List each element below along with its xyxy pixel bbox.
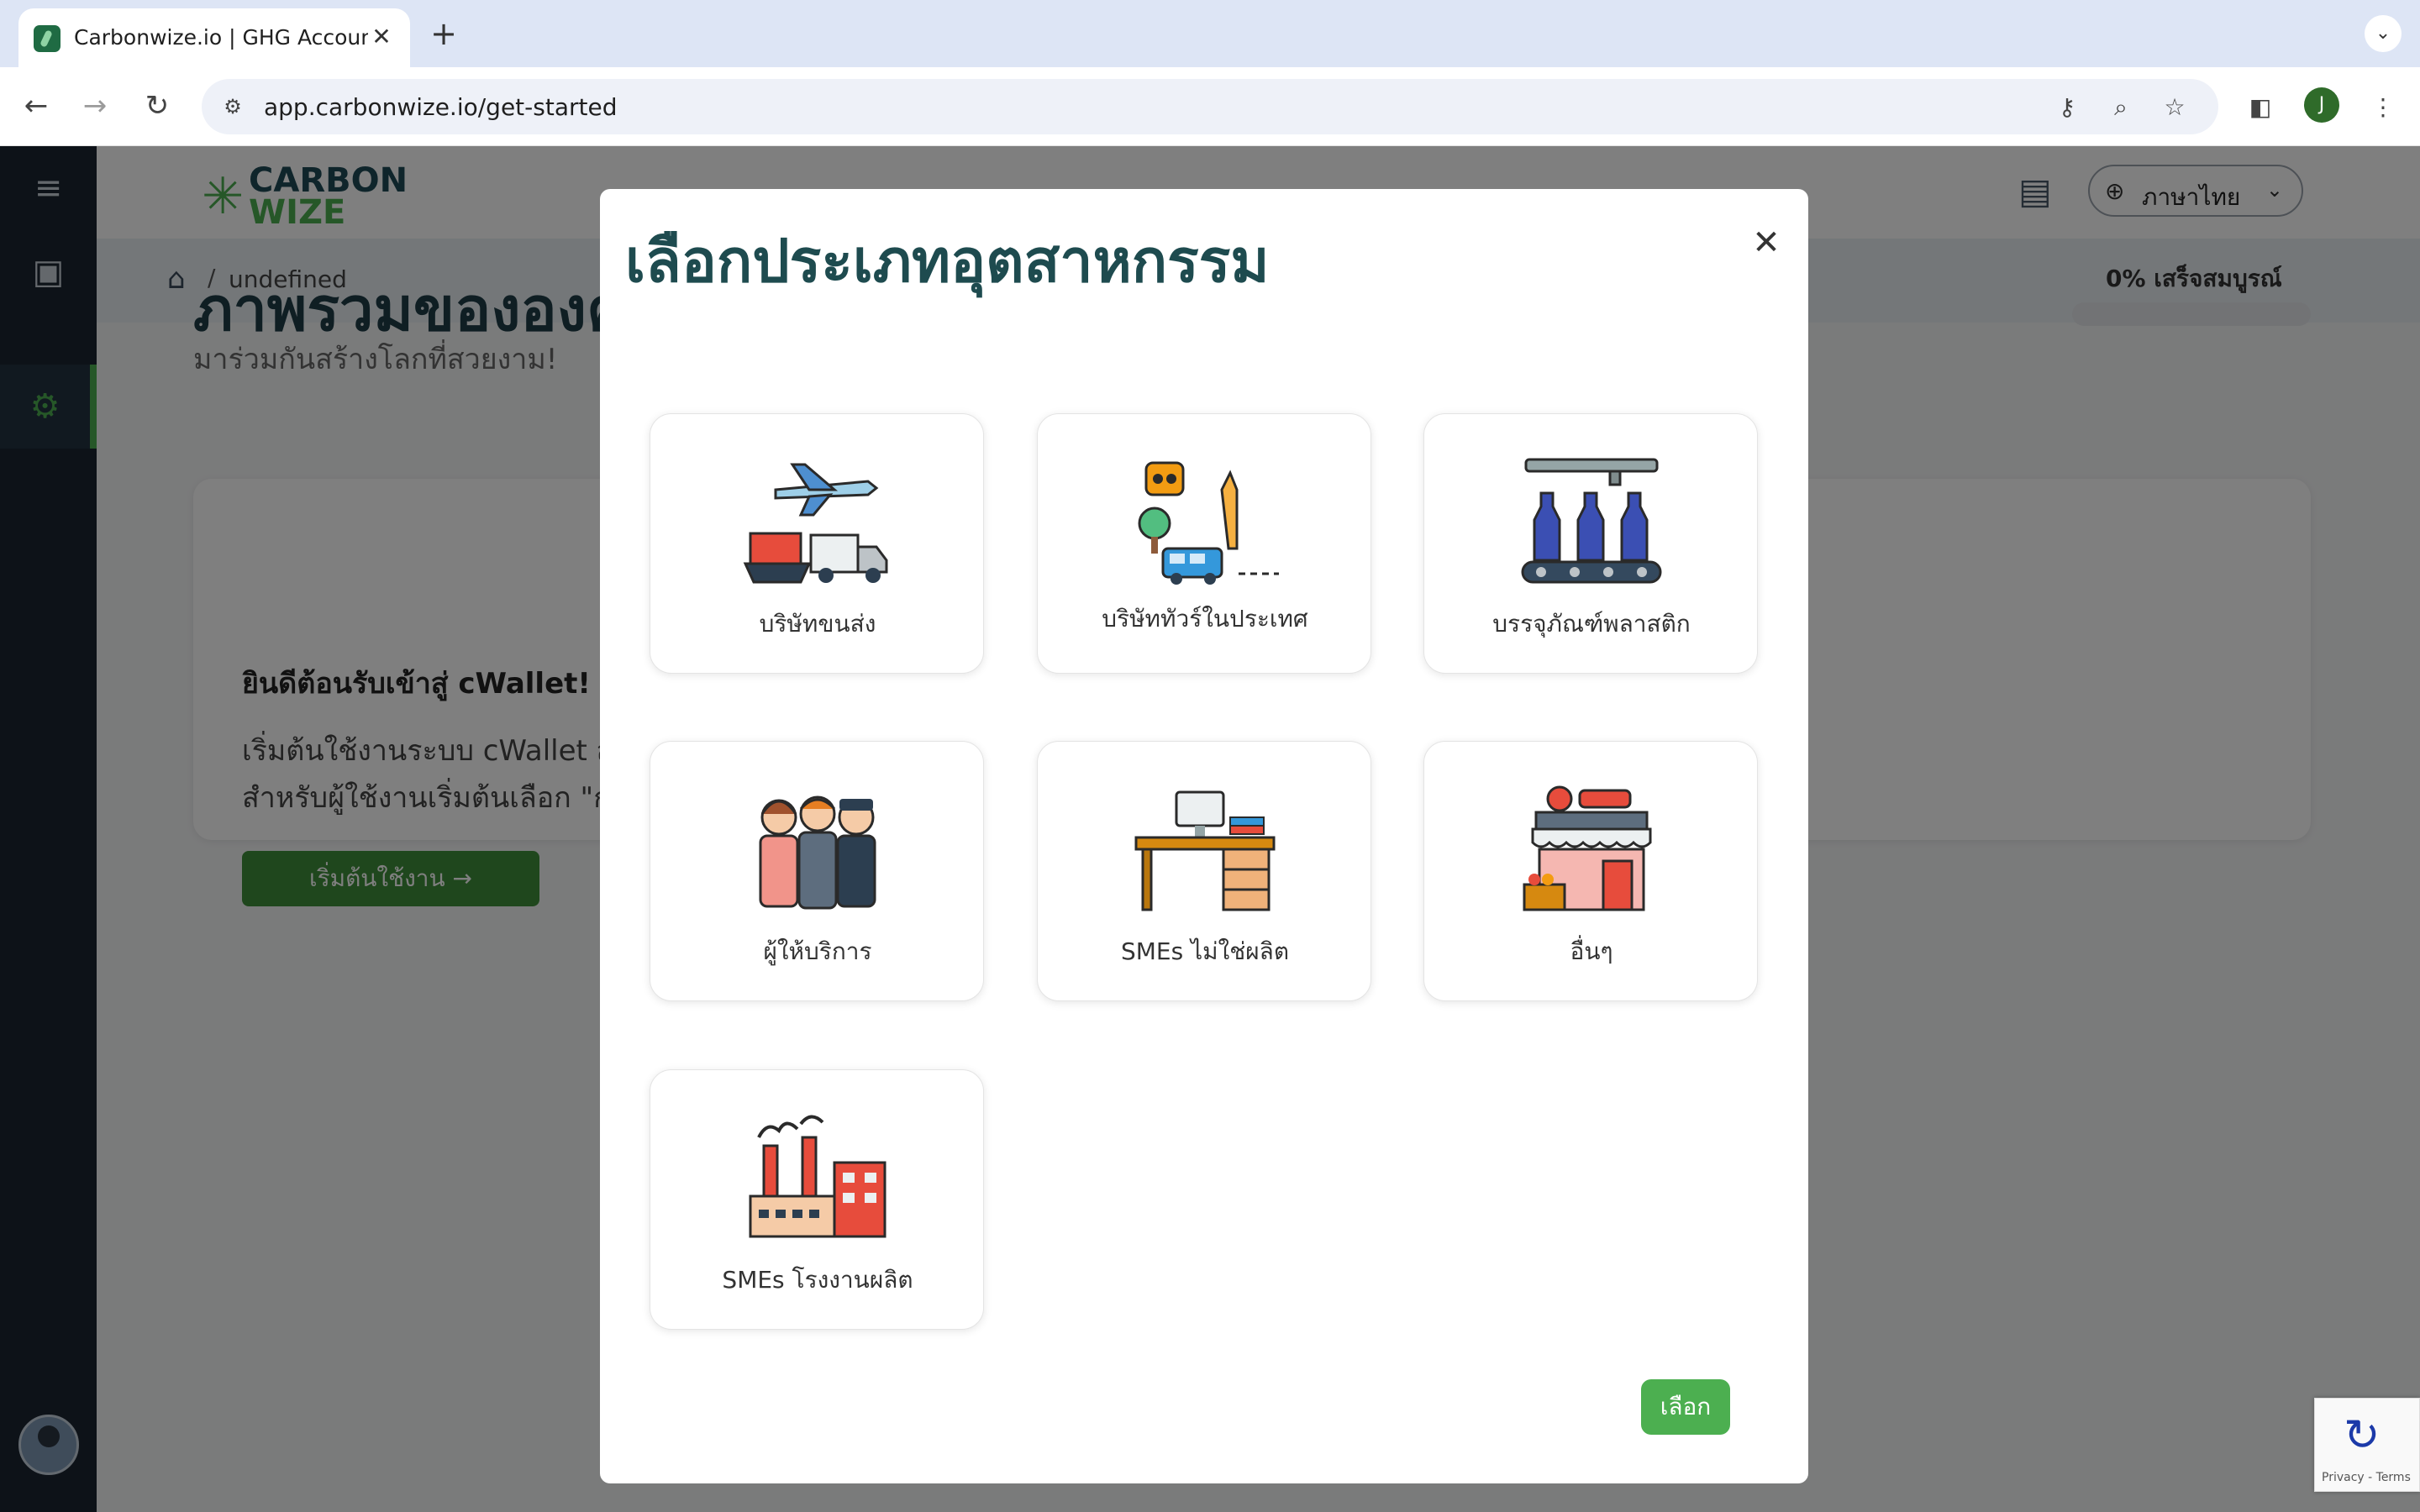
password-key-icon[interactable]: ⚷: [2052, 92, 2082, 123]
industry-card-service-providers[interactable]: ผู้ให้บริการ: [650, 741, 984, 1001]
industry-label: บรรจุภัณฑ์พลาสติก: [1492, 610, 1691, 638]
recaptcha-icon: ↻: [2344, 1410, 2381, 1461]
industry-modal: เลือกประเภทอุตสาหกรรม ✕ บริษัทขนส่ง บริษ…: [600, 189, 1808, 1483]
back-arrow-icon[interactable]: ←: [17, 87, 55, 125]
factory-icon: [749, 1115, 886, 1238]
side-panel-icon[interactable]: ◧: [2245, 92, 2275, 123]
industry-label: SMEs ไม่ใช่ผลิต: [1120, 937, 1290, 965]
recaptcha-text[interactable]: Privacy - Terms: [2322, 1471, 2411, 1484]
industry-label: บริษัททัวร์ในประเทศ: [1102, 605, 1308, 633]
industry-card-tour[interactable]: บริษัททัวร์ในประเทศ: [1037, 413, 1371, 674]
modal-title: เลือกประเภทอุตสาหกรรม: [625, 227, 1270, 296]
reload-icon[interactable]: ↻: [138, 87, 176, 125]
office-desk-icon: [1134, 790, 1276, 911]
industry-card-smes-factory[interactable]: SMEs โรงงานผลิต: [650, 1069, 984, 1330]
browser-tab[interactable]: Carbonwize.io | GHG Accoun ✕: [18, 8, 410, 67]
browser-toolbar: ← → ↻ ⚙ app.carbonwize.io/get-started ⚷ …: [0, 67, 2420, 146]
tab-close-icon[interactable]: ✕: [365, 20, 398, 54]
url-text[interactable]: app.carbonwize.io/get-started: [264, 93, 617, 121]
service-people-icon: [759, 795, 876, 910]
industry-card-transport[interactable]: บริษัทขนส่ง: [650, 413, 984, 674]
close-icon[interactable]: ✕: [1746, 223, 1786, 263]
tab-search-button[interactable]: ⌄: [2365, 15, 2402, 52]
industry-label: ผู้ให้บริการ: [763, 937, 872, 965]
industry-card-smes-non-manufacturing[interactable]: SMEs ไม่ใช่ผลิต: [1037, 741, 1371, 1001]
carbonwize-favicon-icon: [34, 25, 60, 52]
industry-card-plastic-packaging[interactable]: บรรจุภัณฑ์พลาสติก: [1423, 413, 1758, 674]
bookmark-star-icon[interactable]: ☆: [2160, 92, 2190, 123]
industry-label: บริษัทขนส่ง: [759, 610, 876, 638]
tab-title: Carbonwize.io | GHG Accoun: [74, 25, 368, 50]
site-settings-icon[interactable]: ⚙: [218, 92, 247, 121]
industry-label: อื่นๆ: [1570, 937, 1613, 965]
browser-menu-icon[interactable]: ⋮: [2368, 92, 2398, 123]
address-bar[interactable]: ⚙ app.carbonwize.io/get-started ⚷ ⌕ ☆: [202, 79, 2218, 134]
browser-tab-bar: Carbonwize.io | GHG Accoun ✕ + ⌄: [0, 0, 2420, 67]
recaptcha-badge[interactable]: ↻ Privacy - Terms: [2314, 1398, 2420, 1492]
bottle-conveyor-icon: [1521, 458, 1662, 584]
forward-arrow-icon[interactable]: →: [76, 87, 114, 125]
profile-avatar[interactable]: J: [2304, 87, 2339, 123]
industry-label: SMEs โรงงานผลิต: [722, 1266, 913, 1294]
select-button[interactable]: เลือก: [1641, 1379, 1730, 1435]
zoom-icon[interactable]: ⌕: [2106, 92, 2136, 123]
tour-icon: [1138, 461, 1279, 585]
shop-icon: [1523, 785, 1652, 911]
new-tab-button[interactable]: +: [427, 15, 460, 52]
transport-icon: [743, 463, 888, 584]
industry-card-others[interactable]: อื่นๆ: [1423, 741, 1758, 1001]
